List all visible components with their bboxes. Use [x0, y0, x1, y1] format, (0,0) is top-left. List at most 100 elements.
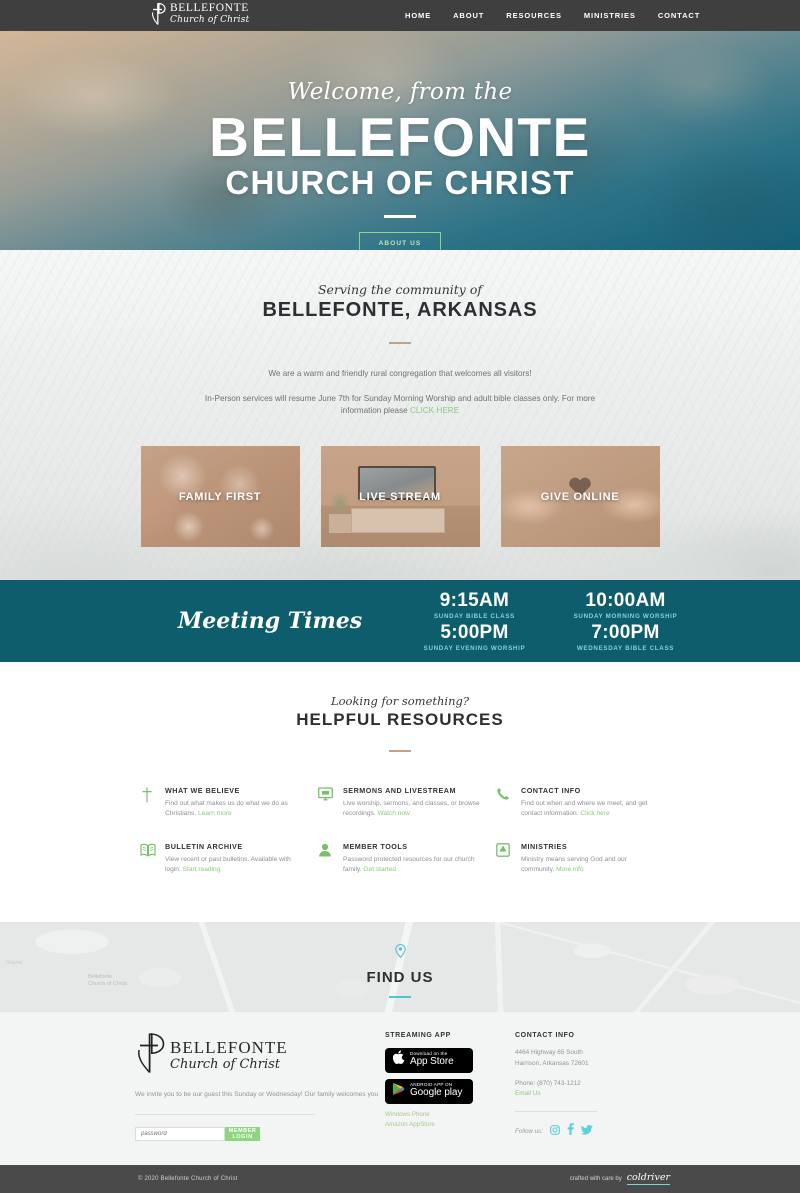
meeting-time-label: SUNDAY MORNING WORSHIP	[573, 613, 678, 620]
monitor-icon	[318, 786, 334, 820]
user-icon	[318, 842, 334, 876]
footer-logo-subtitle: Church of Christ	[170, 1057, 281, 1073]
serving-script-text: Serving the community of	[317, 282, 482, 297]
helpful-resources-section: Looking for something? HELPFUL RESOURCES…	[0, 662, 800, 922]
meeting-time-label: WEDNESDAY BIBLE CLASS	[576, 644, 675, 652]
resource-link[interactable]: Start reading	[183, 866, 221, 873]
book-icon	[140, 842, 156, 876]
serving-paragraph-1: We are a warm and friendly rural congreg…	[268, 369, 532, 378]
find-us-title: FIND US	[366, 968, 434, 986]
resource-text: Find out what makes us do what we do as …	[165, 799, 304, 820]
meeting-time-sunday-morning-worship: 10:00AM SUNDAY MORNING WORSHIP	[571, 590, 680, 620]
serving-divider	[389, 342, 411, 344]
meeting-time-value: 5:00PM	[440, 622, 509, 643]
facebook-icon[interactable]	[567, 1122, 574, 1140]
meeting-time-value: 9:15AM	[439, 590, 510, 612]
copyright-text: © 2020 Bellefonte Church of Christ	[138, 1175, 238, 1182]
footer-cross-logo-icon	[135, 1032, 165, 1079]
nav-item-resources[interactable]: RESOURCES	[506, 11, 562, 20]
footer-address-line-1: 4464 Highway 65 South	[515, 1048, 583, 1056]
header-logo-subtitle: Church of Christ	[170, 14, 250, 25]
footer-column-contact: CONTACT INFO 4464 Highway 65 South Harri…	[515, 1032, 665, 1141]
cross-icon	[140, 786, 156, 820]
coldriver-brand-link[interactable]: coldriver	[626, 1173, 670, 1185]
resource-link[interactable]: More info	[556, 866, 584, 873]
feature-cards: FAMILY FIRST LIVE STREAM GIVE ONLINE	[0, 446, 800, 548]
site-footer: BELLEFONTE Church of Christ We invite yo…	[0, 1011, 800, 1165]
resource-link[interactable]: Watch now	[377, 810, 409, 817]
card-live-stream-label: LIVE STREAM	[359, 490, 441, 503]
resource-text: View recent or past bulletins. Available…	[165, 855, 304, 876]
footer-invite-text: We invite you to be our guest this Sunda…	[135, 1090, 379, 1098]
resource-link[interactable]: Get started	[363, 866, 396, 873]
footer-address-line-2: Harrison, Arkansas 72601	[515, 1059, 589, 1067]
card-family-first-label: FAMILY FIRST	[178, 490, 262, 503]
amazon-appstore-link[interactable]: Amazon AppStore	[385, 1120, 515, 1130]
hero-divider	[384, 214, 416, 218]
serving-paragraph-2: In-Person services will resume June 7th …	[200, 393, 600, 418]
nav-item-home[interactable]: HOME	[405, 11, 431, 20]
footer-logo[interactable]: BELLEFONTE Church of Christ	[135, 1032, 385, 1079]
hero-banner: Welcome, from the BELLEFONTE CHURCH OF C…	[0, 31, 800, 250]
resource-heading: BULLETIN ARCHIVE	[165, 841, 243, 851]
footer-bottom-bar: © 2020 Bellefonte Church of Christ craft…	[0, 1164, 800, 1193]
crafted-by-credit: crafted with care by coldriver	[570, 1173, 670, 1185]
serving-click-here-link[interactable]: CLICK HERE	[410, 406, 459, 415]
resource-link[interactable]: Learn more	[198, 810, 232, 817]
twitter-icon[interactable]	[580, 1122, 593, 1140]
instagram-icon[interactable]	[549, 1122, 560, 1140]
app-store-badge[interactable]: Download on the App Store	[385, 1047, 473, 1073]
footer-divider	[135, 1113, 315, 1115]
church-cross-logo-icon	[150, 2, 166, 26]
resource-heading: MINISTRIES	[521, 841, 568, 851]
resource-member-tools[interactable]: MEMBER TOOLS Password protected resource…	[318, 842, 482, 876]
resource-ministries[interactable]: MINISTRIES Ministry means serving God an…	[496, 842, 660, 876]
nav-item-about[interactable]: ABOUT	[453, 11, 484, 20]
google-play-badge[interactable]: ANDROID APP ON Google play	[385, 1078, 473, 1104]
card-live-stream[interactable]: LIVE STREAM	[320, 446, 480, 548]
serving-paragraph-2-text: In-Person services will resume June 7th …	[204, 393, 596, 416]
nav-item-contact[interactable]: CONTACT	[658, 11, 700, 20]
resource-text: Password protected resources for our chu…	[343, 855, 482, 876]
header-logo[interactable]: BELLEFONTE Church of Christ	[150, 2, 249, 26]
meeting-times-title: Meeting Times	[177, 608, 363, 634]
serving-community-section: Serving the community of BELLEFONTE, ARK…	[0, 250, 800, 580]
hero-title: BELLEFONTE	[209, 106, 591, 168]
nav-item-ministries[interactable]: MINISTRIES	[584, 11, 636, 20]
resource-contact-info[interactable]: CONTACT INFO Find out when and where we …	[496, 786, 660, 820]
card-give-online[interactable]: GIVE ONLINE	[500, 446, 660, 548]
resource-bulletin-archive[interactable]: BULLETIN ARCHIVE View recent or past bul…	[140, 842, 304, 876]
resource-sermons-and-livestream[interactable]: SERMONS AND LIVESTREAM Live worship, ser…	[318, 786, 482, 820]
follow-us-label: Follow us:	[515, 1127, 543, 1135]
meeting-times-grid: 9:15AM SUNDAY BIBLE CLASS 10:00AM SUNDAY…	[420, 590, 680, 652]
member-login-form: MEMBER LOGIN	[135, 1126, 260, 1141]
resources-script-text: Looking for something?	[330, 694, 470, 708]
footer-contact-divider	[515, 1111, 597, 1113]
member-login-button[interactable]: MEMBER LOGIN	[225, 1126, 260, 1141]
meeting-time-label: SUNDAY BIBLE CLASS	[433, 613, 516, 620]
hero-about-us-button[interactable]: ABOUT US	[358, 231, 442, 250]
footer-email-link[interactable]: Email Us	[515, 1090, 665, 1097]
windows-phone-link[interactable]: Windows Phone	[385, 1110, 515, 1120]
member-password-input[interactable]	[135, 1126, 225, 1141]
app-store-badge-big-text: App Store	[410, 1056, 454, 1068]
map-pin-icon	[0, 943, 800, 963]
card-family-first[interactable]: FAMILY FIRST	[140, 446, 300, 548]
meeting-time-value: 10:00AM	[585, 590, 666, 612]
resource-link[interactable]: Click here	[580, 810, 609, 817]
phone-icon	[496, 786, 512, 820]
contact-info-heading: CONTACT INFO	[515, 1031, 575, 1039]
footer-logo-name: BELLEFONTE	[170, 1038, 288, 1058]
resource-what-we-believe[interactable]: WHAT WE BELIEVE Find out what makes us d…	[140, 786, 304, 820]
serving-title: BELLEFONTE, ARKANSAS	[262, 299, 538, 321]
resource-text: Live worship, sermons, and classes, or b…	[343, 799, 482, 820]
main-navigation: HOME ABOUT RESOURCES MINISTRIES CONTACT	[405, 11, 700, 20]
resource-text: Ministry means serving God and our commu…	[521, 855, 660, 876]
site-header: BELLEFONTE Church of Christ HOME ABOUT R…	[0, 0, 800, 31]
find-us-section[interactable]: Graves Bellefonte Church of Christ FIND U…	[0, 921, 800, 1012]
resource-heading: CONTACT INFO	[521, 786, 581, 795]
meeting-time-wednesday-bible-class: 7:00PM WEDNESDAY BIBLE CLASS	[571, 622, 680, 652]
meeting-time-value: 7:00PM	[591, 622, 660, 643]
meeting-times-section: Meeting Times 9:15AM SUNDAY BIBLE CLASS …	[0, 580, 800, 662]
footer-phone: Phone: (870) 743-1212	[515, 1080, 581, 1088]
